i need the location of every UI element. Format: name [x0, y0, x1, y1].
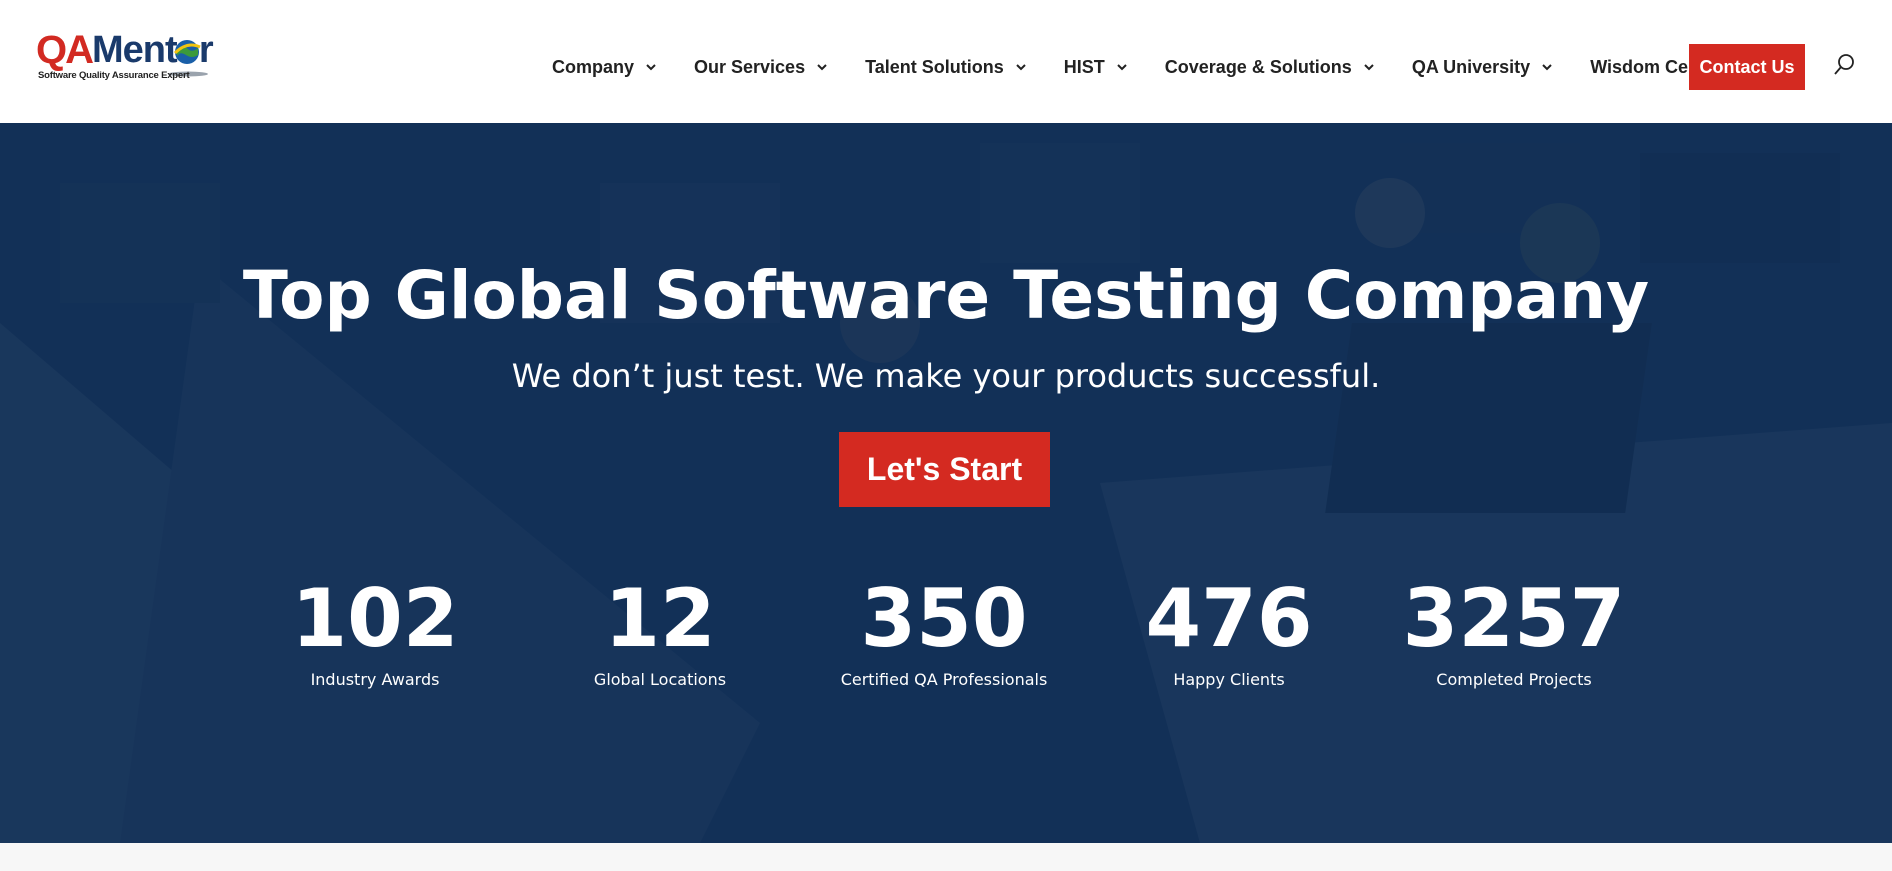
contact-us-button[interactable]: Contact Us	[1689, 44, 1805, 90]
nav-item-company[interactable]: Company	[552, 44, 658, 90]
nav-item-label: HIST	[1063, 56, 1105, 77]
hero-section: Top Global Software Testing Company We d…	[0, 123, 1892, 843]
stat-value: 102	[291, 572, 459, 665]
logo-qa-text: QA	[36, 28, 94, 72]
stat-label: Certified QA Professionals	[840, 670, 1048, 689]
nav-item-qa-university[interactable]: QA University	[1412, 44, 1554, 90]
hero-title: Top Global Software Testing Company	[242, 257, 1650, 334]
stat-value: 12	[604, 572, 716, 665]
chevron-down-icon	[817, 64, 827, 71]
nav-item-coverage-solutions[interactable]: Coverage & Solutions	[1165, 44, 1376, 90]
stat-label: Global Locations	[593, 670, 727, 689]
nav-item-talent-solutions[interactable]: Talent Solutions	[865, 44, 1028, 90]
chevron-down-icon	[1117, 64, 1127, 71]
chevron-down-icon	[1016, 64, 1026, 71]
hero-subtitle: We don’t just test. We make your product…	[511, 357, 1381, 395]
nav-item-label: Talent Solutions	[865, 56, 1004, 77]
stat-value: 476	[1145, 572, 1313, 665]
nav-item-label: Company	[552, 56, 635, 77]
logo-tagline: Software Quality Assurance Expert	[38, 70, 190, 81]
stat-label: Happy Clients	[1173, 670, 1285, 689]
stat-completed-projects: 3257 Completed Projects	[1384, 571, 1644, 691]
chevron-down-icon	[646, 64, 656, 71]
qa-mentor-logo[interactable]: QA Mentor Software Quality Assurance Exp…	[36, 30, 216, 86]
chevron-down-icon	[1364, 64, 1374, 71]
lets-start-button[interactable]: Let's Start	[839, 432, 1050, 507]
stats-row: 102 Industry Awards 12 Global Locations …	[0, 571, 1892, 711]
search-icon[interactable]	[1832, 53, 1856, 77]
nav-item-label: Our Services	[694, 56, 806, 77]
nav-item-label: Coverage & Solutions	[1164, 56, 1352, 77]
site-header: QA Mentor Software Quality Assurance Exp…	[0, 0, 1892, 123]
chevron-down-icon	[1542, 64, 1552, 71]
globe-icon	[173, 40, 201, 64]
nav-item-our-services[interactable]: Our Services	[694, 44, 829, 90]
nav-item-label: QA University	[1411, 56, 1531, 77]
stat-global-locations: 12 Global Locations	[530, 571, 790, 691]
stat-label: Industry Awards	[310, 670, 440, 689]
main-nav: Company Our Services Talent Solutions HI…	[552, 44, 1782, 90]
stat-value: 350	[860, 572, 1028, 665]
nav-item-hist[interactable]: HIST	[1064, 44, 1129, 90]
stat-label: Completed Projects	[1436, 670, 1592, 689]
stat-industry-awards: 102 Industry Awards	[245, 571, 505, 691]
stat-happy-clients: 476 Happy Clients	[1099, 571, 1359, 691]
stat-value: 3257	[1402, 572, 1626, 665]
next-section-edge	[0, 843, 1892, 871]
stat-certified-qa: 350 Certified QA Professionals	[814, 571, 1074, 691]
